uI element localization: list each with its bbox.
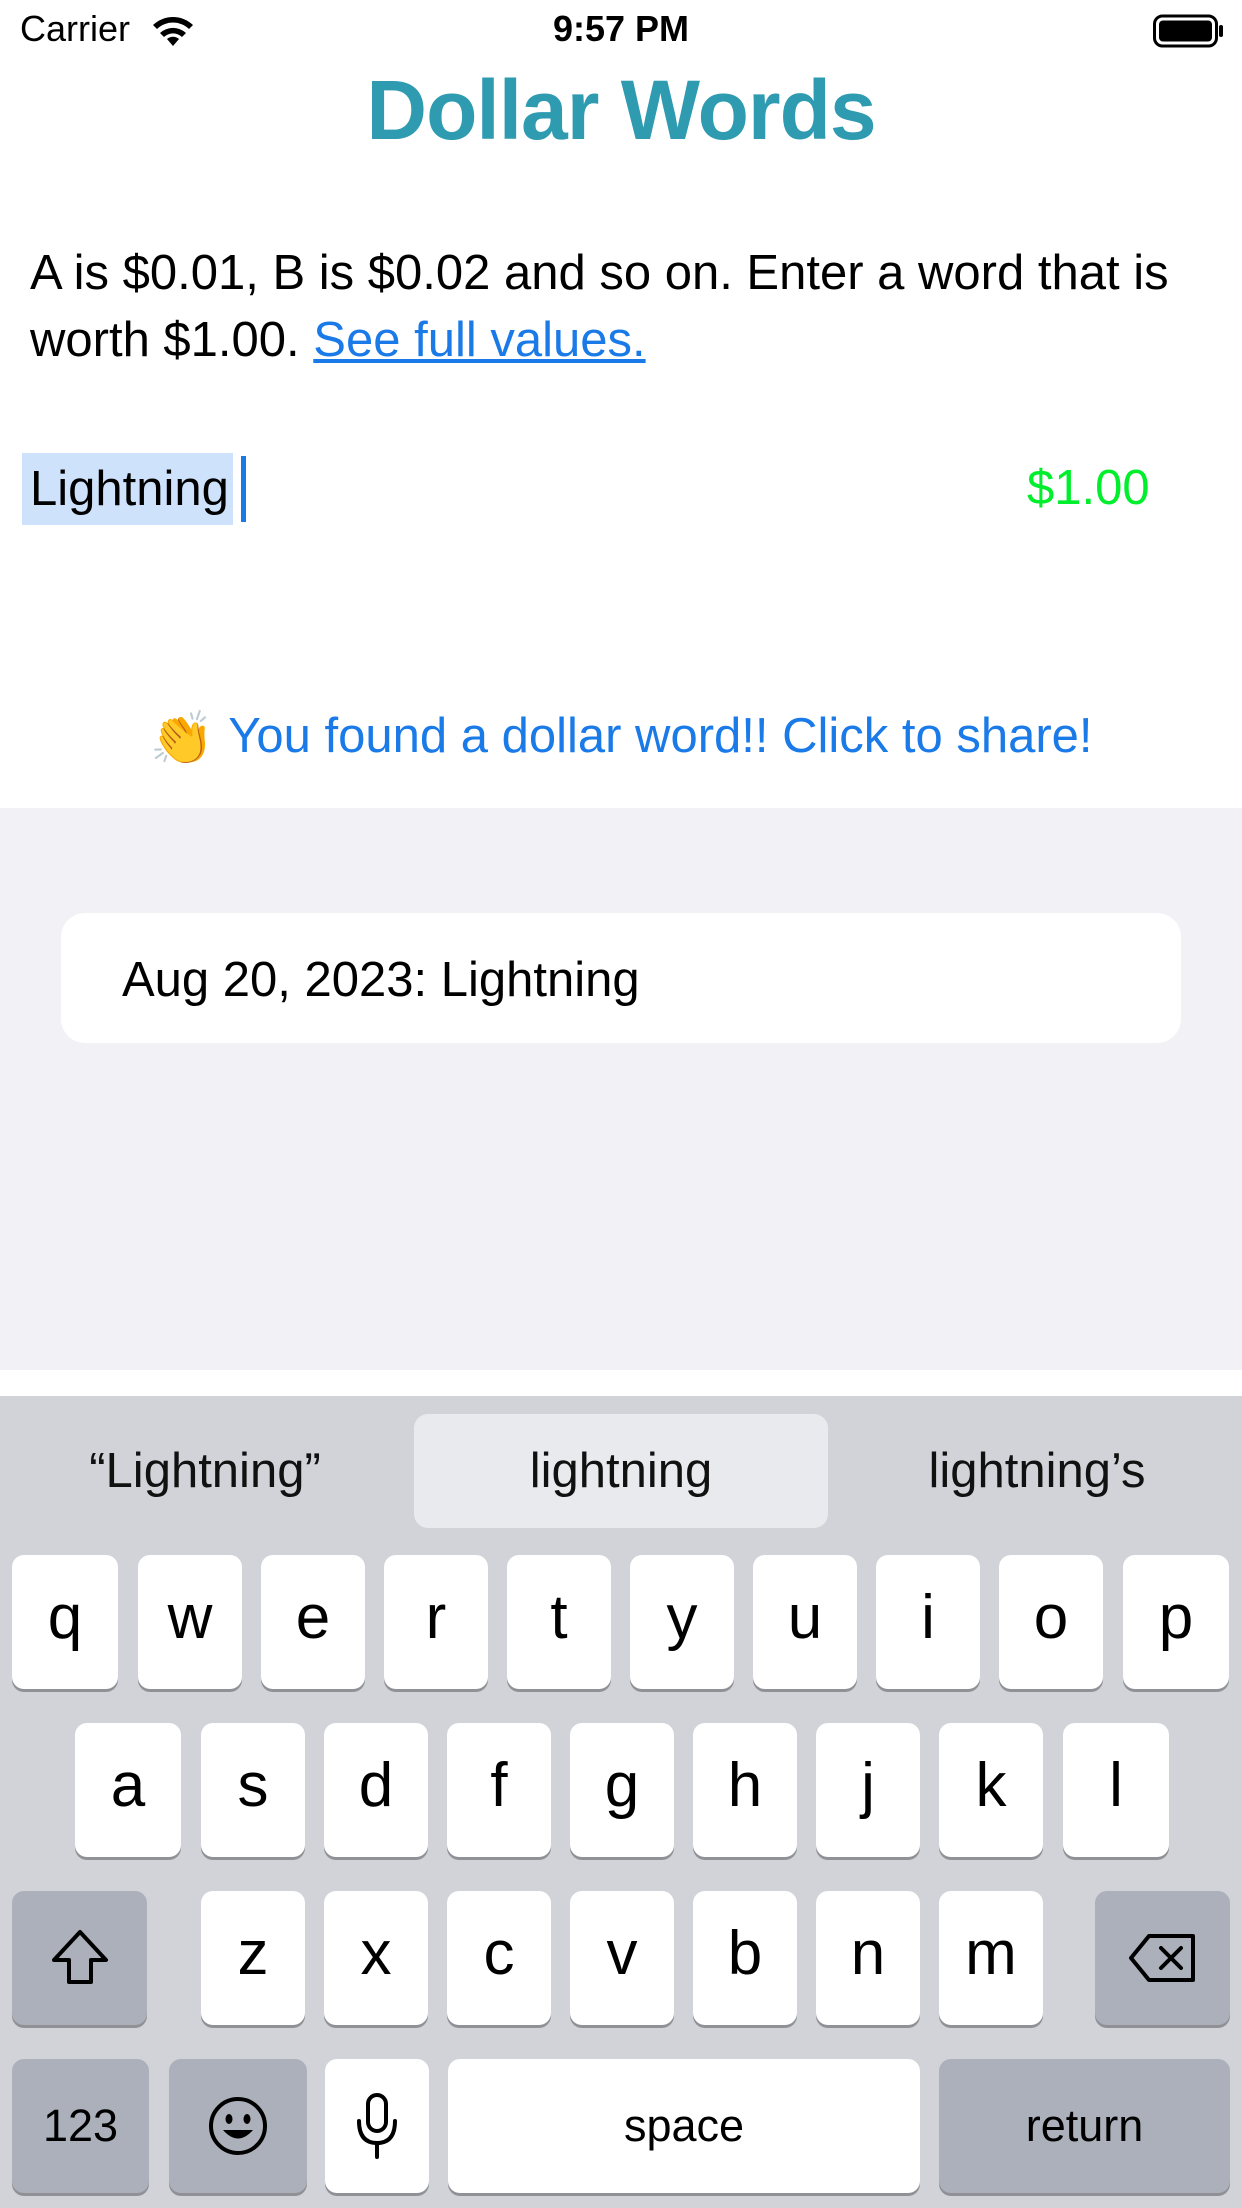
return-key[interactable]: return xyxy=(939,2059,1230,2193)
key-l[interactable]: l xyxy=(1063,1723,1169,1857)
key-s[interactable]: s xyxy=(201,1723,305,1857)
key-c[interactable]: c xyxy=(447,1891,551,2025)
suggestion-3[interactable]: lightning’s xyxy=(862,1414,1212,1528)
key-f[interactable]: f xyxy=(447,1723,551,1857)
status-time: 9:57 PM xyxy=(552,8,690,49)
key-e[interactable]: e xyxy=(261,1555,365,1689)
clapping-hands-icon: 👏 xyxy=(149,710,215,768)
key-d[interactable]: d xyxy=(324,1723,428,1857)
see-full-values-link[interactable]: See full values. xyxy=(313,313,645,367)
key-o[interactable]: o xyxy=(999,1555,1103,1689)
key-u[interactable]: u xyxy=(753,1555,857,1689)
key-p[interactable]: p xyxy=(1123,1555,1229,1689)
share-label: You found a dollar word!! Click to share… xyxy=(228,709,1093,763)
shift-icon xyxy=(51,1930,108,1984)
key-g[interactable]: g xyxy=(570,1723,674,1857)
key-h[interactable]: h xyxy=(693,1723,797,1857)
microphone-icon xyxy=(357,2093,397,2159)
key-w[interactable]: w xyxy=(138,1555,242,1689)
key-j[interactable]: j xyxy=(816,1723,920,1857)
suggestion-2[interactable]: lightning xyxy=(414,1414,828,1528)
share-button[interactable]: 👏 You found a dollar word!! Click to shar… xyxy=(0,708,1242,769)
text-caret xyxy=(241,456,246,522)
key-m[interactable]: m xyxy=(939,1891,1043,2025)
delete-key[interactable] xyxy=(1095,1891,1230,2025)
word-input[interactable]: Lightning xyxy=(22,453,233,525)
key-y[interactable]: y xyxy=(630,1555,734,1689)
shift-key[interactable] xyxy=(12,1891,147,2025)
key-x[interactable]: x xyxy=(324,1891,428,2025)
key-i[interactable]: i xyxy=(876,1555,980,1689)
key-a[interactable]: a xyxy=(75,1723,181,1857)
key-t[interactable]: t xyxy=(507,1555,611,1689)
key-n[interactable]: n xyxy=(816,1891,920,2025)
backspace-icon xyxy=(1128,1934,1195,1982)
history-list xyxy=(0,808,1242,1370)
key-b[interactable]: b xyxy=(693,1891,797,2025)
dictation-key[interactable] xyxy=(325,2059,429,2193)
instructions-text: A is $0.01, B is $0.02 and so on. Enter … xyxy=(30,240,1220,374)
space-key[interactable]: space xyxy=(448,2059,920,2193)
battery-icon xyxy=(1153,14,1223,48)
suggestion-1[interactable]: “Lightning” xyxy=(30,1414,380,1528)
emoji-key[interactable] xyxy=(169,2059,307,2193)
key-k[interactable]: k xyxy=(939,1723,1043,1857)
key-v[interactable]: v xyxy=(570,1891,674,2025)
key-r[interactable]: r xyxy=(384,1555,488,1689)
app-title: Dollar Words xyxy=(366,63,876,157)
emoji-icon xyxy=(209,2097,267,2155)
key-q[interactable]: q xyxy=(12,1555,118,1689)
word-value: $1.00 xyxy=(1027,461,1150,515)
history-entry: Aug 20, 2023: Lightning xyxy=(122,953,640,1007)
numbers-key[interactable]: 123 xyxy=(12,2059,149,2193)
key-z[interactable]: z xyxy=(201,1891,305,2025)
